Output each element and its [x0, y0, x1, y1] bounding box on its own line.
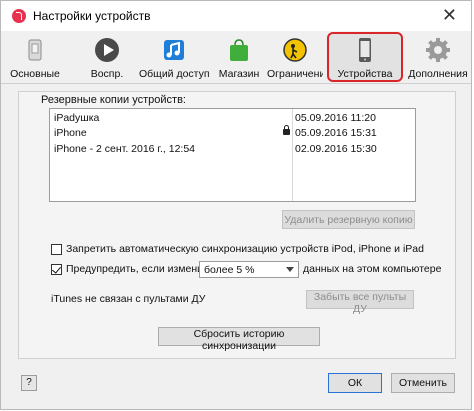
- backup-date: 05.09.2016 15:31: [295, 127, 377, 139]
- warn-suffix-label: данных на этом компьютере: [303, 263, 442, 275]
- select-value: более 5 %: [204, 264, 255, 276]
- window-title: Настройки устройств: [33, 9, 151, 23]
- backup-date: 05.09.2016 11:20: [295, 112, 376, 124]
- tab-label: Магазин: [218, 68, 260, 80]
- tab-restrictions[interactable]: Ограничения: [267, 35, 323, 80]
- backup-name: iPhone - 2 сент. 2016 г., 12:54: [54, 143, 196, 155]
- cancel-button[interactable]: Отменить: [391, 373, 455, 393]
- gear-icon: [426, 38, 450, 62]
- tab-label: Дополнения: [408, 68, 468, 80]
- preferences-window: Настройки устройств ✕ Основные Воспр. Об…: [0, 0, 472, 410]
- sharing-icon: [164, 40, 184, 60]
- store-bag-icon: [230, 39, 248, 61]
- tab-advanced[interactable]: Дополнения: [405, 35, 471, 80]
- backup-name: iPadyшка: [54, 112, 100, 124]
- phone-icon: [359, 38, 371, 62]
- tab-general[interactable]: Основные: [5, 35, 65, 80]
- help-button[interactable]: ?: [21, 375, 37, 391]
- delete-backup-button[interactable]: Удалить резервную копию: [282, 210, 415, 229]
- lock-icon: [283, 125, 290, 135]
- backup-date: 02.09.2016 15:30: [295, 143, 377, 155]
- tab-label: Основные: [10, 68, 60, 80]
- play-icon: [95, 38, 119, 62]
- tab-label: Воспр.: [90, 68, 124, 80]
- warn-checkbox[interactable]: [51, 264, 62, 275]
- table-row[interactable]: iPhone 05.09.2016 15:31: [50, 125, 415, 142]
- restrictions-icon: [283, 38, 307, 62]
- title-bar: Настройки устройств ✕: [1, 1, 471, 31]
- general-icon: [28, 39, 42, 61]
- reset-sync-history-button[interactable]: Сбросить историю синхронизации: [158, 327, 320, 352]
- warn-threshold-select[interactable]: более 5 %: [199, 261, 299, 278]
- tab-label: Общий доступ: [139, 68, 209, 80]
- close-icon[interactable]: ✕: [442, 5, 457, 25]
- tab-label: Устройства: [337, 68, 393, 80]
- prevent-sync-checkbox[interactable]: [51, 244, 62, 255]
- forget-remotes-button[interactable]: Забыть все пульты ДУ: [306, 290, 414, 315]
- tab-label: Ограничения: [267, 68, 323, 80]
- chevron-down-icon: [286, 267, 294, 272]
- itunes-icon: [12, 9, 26, 23]
- tab-devices[interactable]: Устройства: [327, 32, 403, 82]
- backups-label: Резервные копии устройств:: [41, 94, 186, 106]
- tab-store[interactable]: Магазин: [215, 35, 263, 80]
- table-row[interactable]: iPadyшка 05.09.2016 11:20: [50, 111, 415, 127]
- table-row[interactable]: iPhone - 2 сент. 2016 г., 12:54 02.09.20…: [50, 142, 415, 158]
- ok-button[interactable]: ОК: [328, 373, 382, 393]
- tab-sharing[interactable]: Общий доступ: [139, 35, 209, 80]
- backup-name: iPhone: [54, 127, 87, 139]
- tab-playback[interactable]: Воспр.: [81, 35, 133, 80]
- backup-list[interactable]: iPadyшка 05.09.2016 11:20 iPhone 05.09.2…: [49, 108, 416, 202]
- remote-status-text: iTunes не связан с пультами ДУ: [51, 293, 206, 305]
- prevent-sync-label: Запретить автоматическую синхронизацию у…: [66, 243, 424, 255]
- warn-label: Предупредить, если изменится: [66, 263, 219, 275]
- preferences-toolbar: Основные Воспр. Общий доступ Магазин Огр…: [1, 31, 471, 84]
